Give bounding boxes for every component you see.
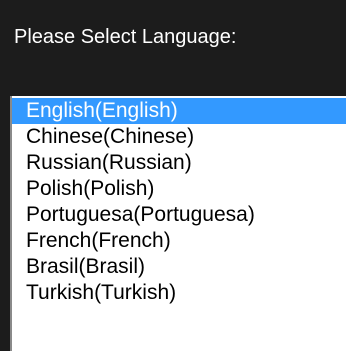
language-option-polish[interactable]: Polish(Polish) bbox=[12, 176, 346, 202]
language-option-portuguesa[interactable]: Portuguesa(Portuguesa) bbox=[12, 202, 346, 228]
page-title: Please Select Language: bbox=[14, 26, 237, 48]
language-option-english[interactable]: English(English) bbox=[12, 98, 346, 124]
language-listbox[interactable]: English(English) Chinese(Chinese) Russia… bbox=[10, 96, 346, 351]
language-option-turkish[interactable]: Turkish(Turkish) bbox=[12, 280, 346, 306]
dialog-header: Please Select Language: bbox=[0, 0, 346, 96]
language-option-french[interactable]: French(French) bbox=[12, 228, 346, 254]
language-option-russian[interactable]: Russian(Russian) bbox=[12, 150, 346, 176]
language-option-chinese[interactable]: Chinese(Chinese) bbox=[12, 124, 346, 150]
language-option-brasil[interactable]: Brasil(Brasil) bbox=[12, 254, 346, 280]
